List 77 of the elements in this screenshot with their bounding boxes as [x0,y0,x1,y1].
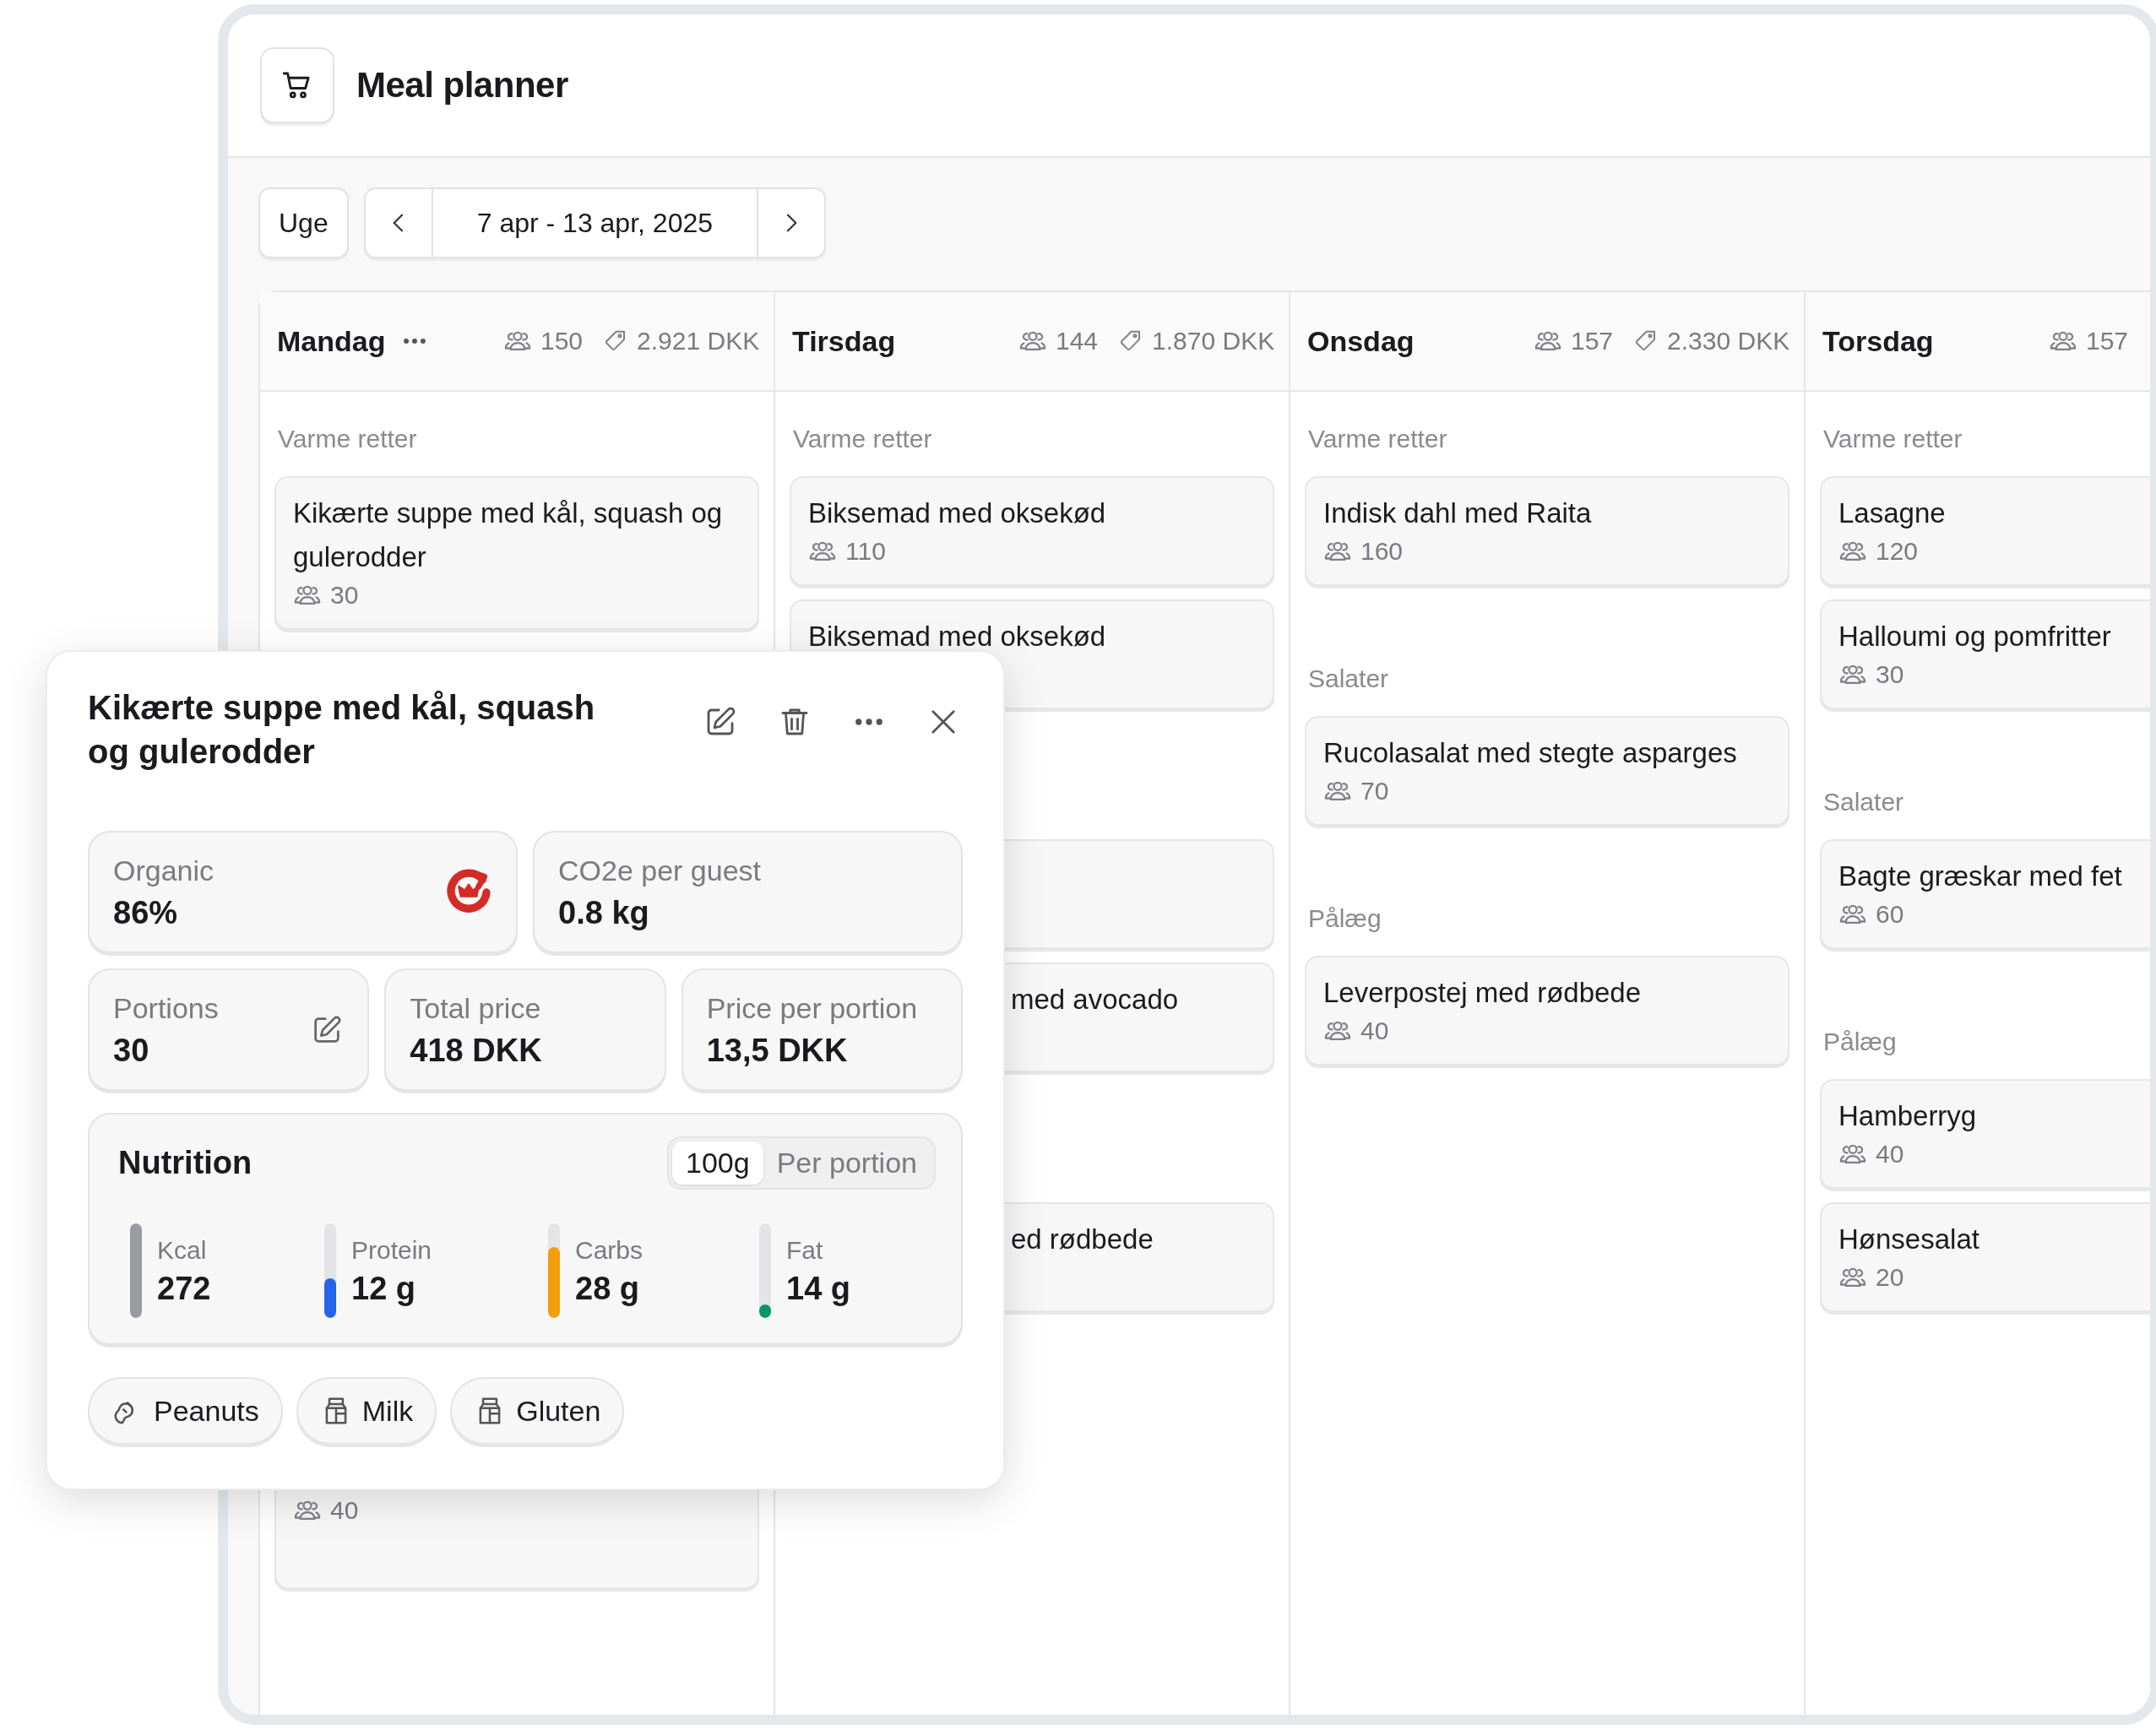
section-heading: Pålæg [1307,903,1382,934]
section-heading: Varme retter [1822,424,1963,454]
dish-title: Indisk dahl med Raita [1323,496,1593,530]
nutrient-label: Protein [351,1235,432,1266]
dish-title: Bagte græskar med fet [1838,860,2123,893]
guest-count: 144 [1056,327,1099,355]
stat-label: Total price [410,990,542,1026]
dish-title: Hønsesalat [1838,1223,1980,1256]
dish-card[interactable]: Hønsesalat 20 [1820,1202,2150,1312]
guest-count: 30 [1876,659,1904,690]
dish-title: med avocado [1011,983,1180,1017]
guest-count: 110 [845,536,886,567]
dish-card[interactable]: Bagte græskar med fet 60 [1820,839,2150,949]
section-heading: Pålæg [1822,1027,1898,1057]
dish-card[interactable]: Rucolasalat med stegte asparges 70 [1305,716,1789,826]
unit-option[interactable]: 100g [672,1142,763,1185]
day-price: 2.921 DKK [637,327,760,355]
app-title: Meal planner [356,65,568,106]
section-heading: Salater [1307,664,1390,694]
dish-card[interactable]: Hamberryg 40 [1820,1079,2150,1189]
guest-count: 120 [1876,536,1919,567]
dish-title: Kikærte suppe med kål, squash og gulerodder [88,688,596,772]
nutrient-value: 12 g [351,1270,417,1308]
dish-title: Biksemad med oksekød [808,620,1107,653]
section-heading: Salater [1822,787,1905,817]
allergen-label: Gluten [516,1394,601,1428]
guest-count: 20 [1876,1262,1904,1293]
nutrient-label: Carbs [575,1235,644,1266]
nutrient-label: Kcal [157,1235,208,1266]
guest-count: 157 [1571,327,1614,355]
stat-value: 30 [113,1031,150,1070]
dish-title: Lasagne [1838,496,1947,530]
guest-count: 150 [540,327,584,355]
guest-count: 40 [1360,1016,1389,1046]
guest-count: 70 [1360,776,1389,806]
dish-title: Kikærte suppe med kål, squash og gulerodder [293,496,724,574]
dish-title: Leverpostej med rødbede [1323,976,1643,1010]
dish-title: ed rødbede [1011,1223,1154,1256]
dish-title: Hamberryg [1838,1099,1978,1133]
guest-count: 60 [1876,899,1904,930]
stat-value: 86% [113,893,179,932]
day-name: Tirsdag [792,324,896,358]
dish-card[interactable]: Lasagne 120 [1820,476,2150,586]
unit-option[interactable]: Per portion [763,1142,931,1185]
nutrient-value: 272 [157,1270,211,1308]
section-heading: Varme retter [1307,424,1448,454]
allergen-label: Milk [361,1394,414,1428]
guest-count: 40 [330,1495,359,1526]
guest-count: 157 [2086,327,2129,355]
guest-count: 30 [330,580,359,610]
day-price: 1.870 DKK [1152,327,1275,355]
dish-card[interactable]: Halloumi og pomfritter 30 [1820,599,2150,709]
stat-label: CO2e per guest [558,853,762,888]
day-price: 2.330 DKK [1667,327,1790,355]
dish-card[interactable]: Biksemad med oksekød 110 [790,476,1274,586]
day-name: Mandag [277,324,386,358]
section-heading: Varme retter [277,424,418,454]
dish-card[interactable]: Indisk dahl med Raita 160 [1305,476,1789,586]
nutrient-value: 28 g [575,1270,641,1308]
allergen-label: Peanuts [154,1394,259,1428]
view-selector[interactable]: Uge [258,187,349,258]
day-name: Onsdag [1307,324,1415,358]
section-title: Nutrition [118,1145,253,1181]
stat-label: Organic [113,853,215,888]
dish-card[interactable]: Leverpostej med rødbede 40 [1305,956,1789,1066]
dish-title: Rucolasalat med stegte asparges [1323,736,1738,770]
dish-title: Biksemad med oksekød [808,496,1107,530]
stat-label: Portions [113,990,219,1026]
guest-count: 160 [1360,536,1404,567]
stat-value: 418 DKK [410,1031,542,1070]
day-name: Torsdag [1822,324,1934,358]
section-heading: Varme retter [792,424,933,454]
dish-card[interactable]: Kikærte suppe med kål, squash og gulerodder 30 [274,476,759,630]
date-range[interactable]: 7 apr - 13 apr, 2025 [431,189,758,257]
stat-value: 0.8 kg [558,893,650,932]
guest-count: 40 [1876,1139,1904,1169]
dish-title: Halloumi og pomfritter [1838,620,2112,653]
